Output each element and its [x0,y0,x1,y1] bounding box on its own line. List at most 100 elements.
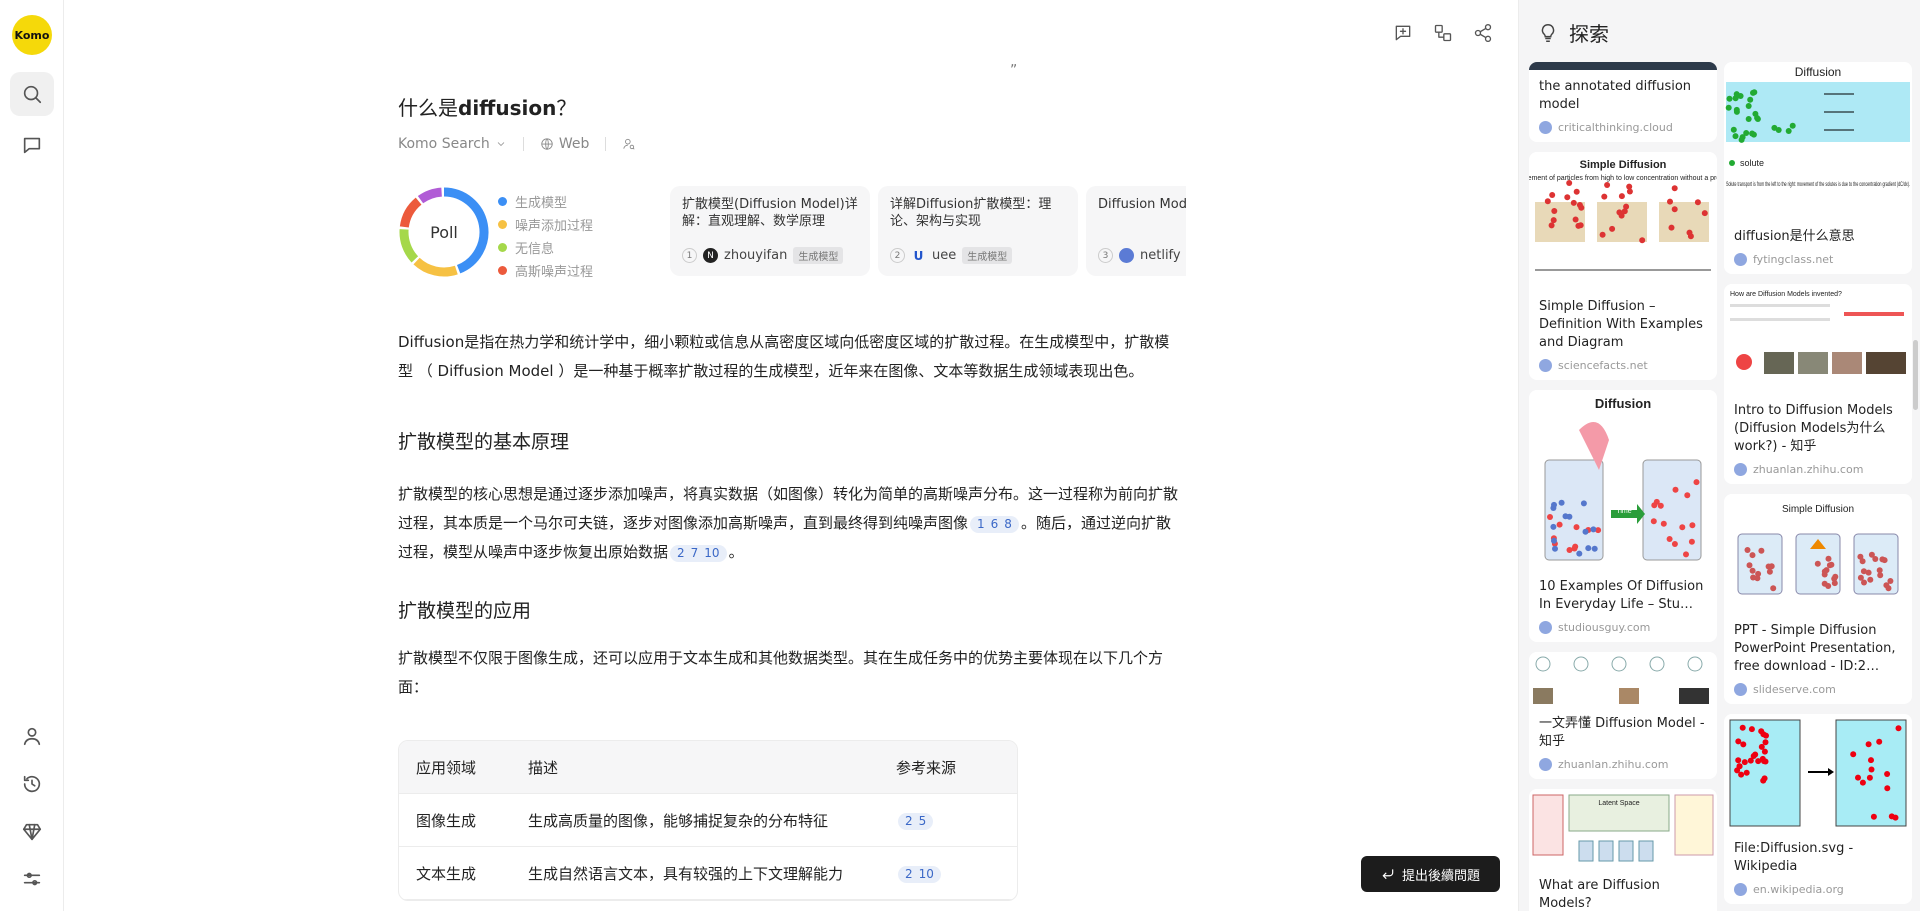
principle-text-c: 。 [728,543,744,561]
search-meta: Komo Search Web [398,136,636,152]
explore-tile-source: en.wikipedia.org [1734,883,1902,896]
thumbnail-caption: Solute transport is from the left to the… [1726,181,1910,188]
explore-tile[interactable]: Simple Diffusion PPT - Simple Diffusion P… [1724,494,1912,704]
question-prefix: 什么是 [398,96,458,120]
explore-tile-domain: studiousguy.com [1558,621,1651,634]
table-row: 图像生成 生成高质量的图像，能够捕捉复杂的分布特征 2 5 [399,794,1017,847]
citation-number[interactable]: 2 [905,867,913,881]
profile-nav-button[interactable] [10,714,54,758]
citation-group-b[interactable]: 2 7 10 [668,543,729,562]
settings-nav-button[interactable] [10,857,54,901]
explore-tile[interactable]: How are Diffusion Models invented? Intro … [1724,284,1912,484]
citation-badge[interactable]: 2 7 10 [670,545,727,562]
question-suffix: ？ [556,96,577,120]
globe-icon [1734,683,1747,696]
source-tag: 生成模型 [962,247,1013,264]
source-card[interactable]: 详解Diffusion扩散模型：理论、架构与实现 2 Uuee 生成模型 [878,186,1078,276]
principle-paragraph: 扩散模型的核心思想是通过逐步添加噪声，将真实数据（如图像）转化为简单的高斯噪声分… [398,480,1183,567]
source-number-badge: 3 [1098,248,1113,263]
globe-icon [1539,121,1552,134]
history-nav-button[interactable] [10,762,54,806]
mindmap-button[interactable] [1430,20,1456,46]
citation-badge[interactable]: 2 10 [898,865,941,883]
source-number-badge: 1 [682,248,697,263]
explore-tile[interactable]: Diffusion solute Solute transport is from … [1724,62,1912,274]
explore-tile-domain: en.wikipedia.org [1753,883,1844,896]
explore-tile-title: Intro to Diffusion Models (Diffusion Mod… [1734,403,1893,454]
explore-tile-body: 一文弄懂 Diffusion Model - 知乎 zhuanlan.zhihu.… [1529,707,1717,779]
share-button[interactable] [1470,20,1496,46]
citation-number[interactable]: 10 [704,546,719,560]
panel-scrollbar[interactable] [1913,340,1918,410]
source-card-footer: 3netlify生 [1098,247,1186,264]
globe-icon [1539,621,1552,634]
explore-tile[interactable]: Diffusion Time 10 Examples Of Diffusion In… [1529,390,1717,642]
new-thread-button[interactable] [1390,20,1416,46]
poll-option[interactable]: 噪声添加过程 [498,213,593,236]
followup-button[interactable]: 提出後續問題 [1361,856,1500,892]
poll-option-label: 无信息 [515,242,555,257]
poll-option-label: 高斯噪声过程 [515,265,594,280]
explore-thumbnail-image: Simple Diffusion [1724,494,1912,614]
poll-option[interactable]: 高斯噪声过程 [498,259,593,282]
persona-selector[interactable] [622,137,636,151]
thumbnail-label: Time [1616,508,1631,515]
followup-label: 提出後續問題 [1401,868,1480,884]
explore-thumbnail-image [1529,62,1717,70]
explore-tile-domain: fytingclass.net [1753,253,1834,266]
answer-toolbar [1390,20,1496,46]
source-card[interactable]: 扩散模型(Diffusion Model)详解：直观理解、数学原理 1 Nzhouy… [670,186,870,276]
explore-tile-body: Intro to Diffusion Models (Diffusion Mod… [1724,394,1912,484]
left-rail: Komo [0,0,64,911]
explore-tile-domain: slideserve.com [1753,683,1836,696]
table-header-cell: 参考来源 [896,758,957,777]
explore-tile-domain: sciencefacts.net [1558,359,1648,372]
reply-arrow-icon [1382,869,1394,880]
citation-number[interactable]: 8 [1004,517,1012,531]
explore-thumbnail-image: Diffusion solute Solute transport is from … [1724,62,1912,220]
citation-number[interactable]: 2 [677,546,685,560]
scope-selector[interactable]: Web [540,136,589,152]
poll-widget[interactable]: Poll 生成模型 噪声添加过程 无信息 高斯噪声过程 [398,186,668,286]
legend-dot [498,243,507,252]
citation-number[interactable]: 2 [905,814,913,828]
citation-number[interactable]: 6 [991,517,999,531]
thumbnail-subtitle: Movement of particles from high to low c… [1529,175,1717,182]
komo-logo[interactable]: Komo [12,15,52,55]
citation-badge[interactable]: 168 [970,516,1019,533]
lightbulb-icon [1541,23,1555,42]
explore-tile-title: 一文弄懂 Diffusion Model - 知乎 [1539,716,1705,749]
table-header-row: 应用领域 描述 参考来源 [399,741,1017,794]
citation-number[interactable]: 5 [919,814,927,828]
chat-nav-button[interactable] [10,123,54,167]
explore-tile[interactable]: the annotated diffusion model criticalthi… [1529,62,1717,142]
citation-number[interactable]: 1 [977,517,985,531]
app-root: Komo „ 什么是diffusion？ Komo Search Web Pol… [0,0,1920,911]
citation-badge[interactable]: 25 [898,812,934,830]
question-keyword: diffusion [458,96,557,120]
poll-option[interactable]: 生成模型 [498,190,593,213]
legend-dot [498,220,507,229]
source-author: netlify [1140,248,1181,263]
globe-icon [1539,758,1552,771]
search-nav-button[interactable] [10,72,54,116]
premium-nav-button[interactable] [10,810,54,854]
explore-tile[interactable]: 一文弄懂 Diffusion Model - 知乎 zhuanlan.zhihu.… [1529,652,1717,779]
chevron-down-icon [497,142,505,147]
user-icon [23,727,41,746]
poll-option[interactable]: 无信息 [498,236,593,259]
engine-selector[interactable]: Komo Search [398,136,507,152]
explore-thumbnail-image [1724,714,1912,832]
source-author: zhouyifan [724,248,788,263]
explore-tile[interactable]: Simple Diffusion Movement of particles fr… [1529,152,1717,380]
citation-group-a[interactable]: 168 [968,514,1021,533]
explore-tile-body: File:Diffusion.svg - Wikipedia en.wikiped… [1724,832,1912,904]
explore-tile[interactable]: File:Diffusion.svg - Wikipedia en.wikiped… [1724,714,1912,904]
citation-number[interactable]: 7 [691,546,699,560]
source-card[interactable]: Diffusion Model型3netlify生 [1086,186,1186,276]
citation-number[interactable]: 10 [919,867,934,881]
history-icon [23,775,41,793]
explore-column-left: the annotated diffusion model criticalthi… [1529,62,1717,911]
explore-tile[interactable]: Latent Space What are Diffusion Models? [1529,789,1717,911]
explore-thumbnail-image: Simple Diffusion Movement of particles fr… [1529,152,1717,290]
